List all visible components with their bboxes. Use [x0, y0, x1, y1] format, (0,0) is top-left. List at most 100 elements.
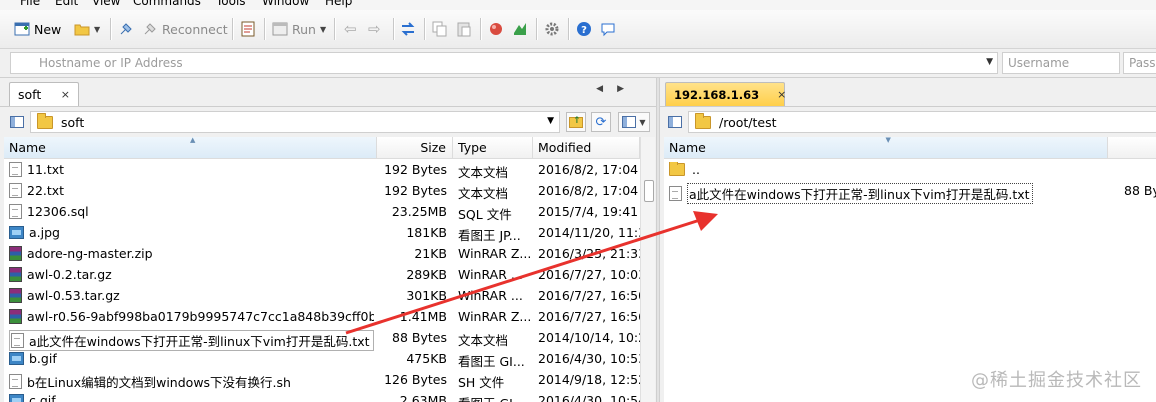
column-header-modified[interactable]: Modified: [533, 137, 640, 159]
hostname-field-wrapper: ▼: [10, 52, 998, 74]
menu-help[interactable]: Help: [325, 0, 352, 8]
chevron-down-icon[interactable]: ▼: [986, 57, 993, 67]
properties-button[interactable]: [240, 19, 256, 39]
run-button[interactable]: Run ▼: [272, 19, 326, 39]
keygen-button[interactable]: [488, 19, 504, 39]
local-pathbar: soft ▼ ↑ ⟳ ▼: [0, 107, 656, 137]
new-button[interactable]: New: [14, 19, 61, 39]
column-header-name[interactable]: ▲ Name: [4, 137, 377, 159]
run-button-label: Run: [292, 21, 316, 37]
image-file-icon: [9, 394, 24, 402]
archive-file-icon: [9, 288, 22, 303]
text-file-icon: [9, 204, 22, 219]
arrow-left-icon: ⇦: [344, 20, 357, 38]
table-row[interactable]: 22.txt 192 Bytes 文本文档 2016/8/2, 17:04: [4, 180, 640, 201]
remote-pathbar: /root/test: [660, 107, 1156, 137]
file-modified: 2015/7/4, 19:41: [538, 204, 639, 219]
reconnect-icon: [142, 21, 158, 37]
text-file-icon: [11, 333, 24, 348]
file-name: 11.txt: [27, 162, 65, 177]
remote-path-text: /root/test: [719, 114, 777, 130]
table-row[interactable]: c.gif 2.63MB 看图王 GI... 2016/4/30, 10:54: [4, 390, 640, 402]
copy-button[interactable]: [432, 19, 448, 39]
menu-commands[interactable]: Commands: [133, 0, 201, 8]
paste-button[interactable]: [456, 19, 472, 39]
chat-button[interactable]: [600, 19, 616, 39]
scrollbar-thumb[interactable]: [644, 180, 654, 202]
menu-file[interactable]: File: [20, 0, 40, 8]
file-name-cell: awl-r0.56-9abf998ba0179b9995747c7cc1a848…: [9, 309, 374, 324]
menu-view[interactable]: View: [92, 0, 120, 8]
close-icon[interactable]: ×: [61, 88, 70, 101]
file-type: 文本文档: [458, 333, 509, 348]
file-size: 126 Bytes: [384, 372, 447, 387]
chevron-down-icon: ▼: [319, 24, 327, 34]
parent-folder-icon: [669, 162, 685, 176]
local-vertical-scrollbar[interactable]: [640, 137, 655, 402]
file-name-cell: 11.txt: [9, 162, 374, 177]
tab-scroll-arrows[interactable]: ◀▶: [596, 84, 638, 94]
file-name-cell: a此文件在windows下打开正常-到linux下vim打开是乱码.txt: [669, 183, 1099, 204]
table-row[interactable]: awl-r0.56-9abf998ba0179b9995747c7cc1a848…: [4, 306, 640, 327]
hostname-input[interactable]: [11, 53, 997, 73]
refresh-button[interactable]: ⟳: [591, 112, 611, 132]
toolbar-separator: [568, 18, 570, 40]
menu-edit[interactable]: Edit: [55, 0, 78, 8]
column-header-type[interactable]: Type: [453, 137, 533, 159]
table-row[interactable]: a.jpg 181KB 看图王 JP... 2014/11/20, 11:34: [4, 222, 640, 243]
file-modified: 2016/7/27, 10:03: [538, 267, 640, 282]
sync-button[interactable]: [400, 19, 416, 39]
reconnect-button[interactable]: Reconnect: [142, 19, 228, 39]
column-header-name[interactable]: ▼ Name: [664, 137, 1108, 159]
tab-label: soft: [18, 87, 42, 102]
open-button[interactable]: ▼: [74, 19, 100, 39]
table-row[interactable]: b.gif 475KB 看图王 GI... 2016/4/30, 10:53: [4, 348, 640, 369]
close-icon[interactable]: ×: [777, 88, 786, 101]
file-type: SH 文件: [458, 375, 505, 390]
panel-toggle-icon[interactable]: [668, 116, 682, 128]
table-row[interactable]: awl-0.53.tar.gz 301KB WinRAR ... 2016/7/27,…: [4, 285, 640, 306]
tab-local-soft[interactable]: soft ×: [9, 82, 79, 106]
file-modified: 2016/7/27, 16:50: [538, 288, 640, 303]
speech-bubble-icon: [600, 21, 616, 37]
column-header-size[interactable]: S: [1108, 137, 1156, 159]
table-row[interactable]: a此文件在windows下打开正常-到linux下vim打开是乱码.txt 88 …: [664, 180, 1156, 204]
view-mode-button[interactable]: ▼: [618, 112, 650, 132]
run-icon: [272, 21, 288, 37]
file-modified: 2014/11/20, 11:34: [538, 225, 640, 240]
file-size: 475KB: [406, 351, 447, 366]
table-row[interactable]: ..: [664, 159, 1156, 180]
column-header-size[interactable]: Size: [377, 137, 453, 159]
table-row[interactable]: adore-ng-master.zip 21KB WinRAR Z... 2016/3…: [4, 243, 640, 264]
file-name: 12306.sql: [27, 204, 89, 219]
local-path-field[interactable]: soft ▼: [30, 111, 560, 133]
parent-folder-button[interactable]: ↑: [566, 112, 586, 132]
back-button[interactable]: ⇦: [344, 19, 357, 39]
forward-button[interactable]: ⇨: [368, 19, 381, 39]
table-row[interactable]: b在Linux编辑的文档到windows下没有换行.sh 126 Bytes SH …: [4, 369, 640, 390]
connect-icon-button[interactable]: [118, 19, 134, 39]
toolbar-separator: [480, 18, 482, 40]
help-button[interactable]: ?: [576, 19, 592, 39]
chevron-down-icon[interactable]: ▼: [547, 116, 554, 126]
menu-window[interactable]: Window: [262, 0, 309, 8]
panel-toggle-icon[interactable]: [10, 116, 24, 128]
remote-path-field[interactable]: /root/test: [688, 111, 1156, 133]
password-input[interactable]: [1124, 53, 1156, 73]
file-size: 88 By: [1124, 183, 1156, 198]
toolbar-separator: [232, 18, 234, 40]
folder-open-icon: [74, 21, 90, 37]
table-row[interactable]: a此文件在windows下打开正常-到linux下vim打开是乱码.txt 88 …: [4, 327, 640, 351]
toolbar-separator: [334, 18, 336, 40]
arrow-right-icon: ⇨: [368, 20, 381, 38]
plug-icon: [118, 21, 134, 37]
username-input[interactable]: [1003, 53, 1119, 73]
options-button[interactable]: [544, 19, 560, 39]
menu-tools[interactable]: Tools: [216, 0, 246, 8]
table-row[interactable]: 12306.sql 23.25MB SQL 文件 2015/7/4, 19:41: [4, 201, 640, 222]
file-modified: 2016/3/25, 21:33: [538, 246, 640, 261]
table-row[interactable]: awl-0.2.tar.gz 289KB WinRAR ... 2016/7/27, …: [4, 264, 640, 285]
tab-remote-session[interactable]: 192.168.1.63 ×: [665, 82, 786, 106]
table-row[interactable]: 11.txt 192 Bytes 文本文档 2016/8/2, 17:04: [4, 159, 640, 180]
agent-button[interactable]: [512, 19, 528, 39]
